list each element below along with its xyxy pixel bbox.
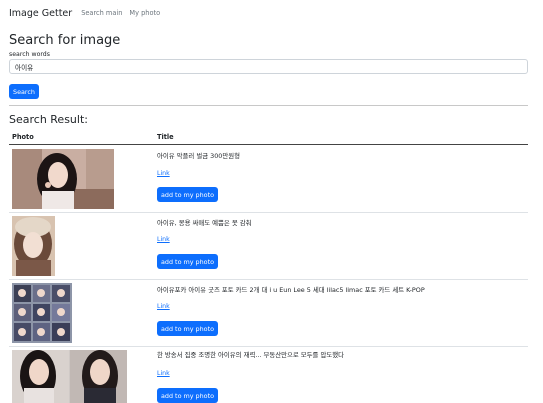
result-photo	[12, 149, 114, 209]
result-photo	[12, 216, 55, 276]
row-divider	[9, 346, 528, 347]
table-header-border	[9, 144, 528, 145]
row-divider	[9, 212, 528, 213]
result-link[interactable]: Link	[157, 170, 170, 177]
result-title: 아이유, 몽용 싸매도 예쁨은 못 감춰	[157, 219, 252, 227]
result-title: 아이유 악플러 벌금 300만원형	[157, 152, 240, 160]
row-divider	[9, 279, 528, 280]
add-to-my-photo-button[interactable]: add to my photo	[157, 388, 218, 403]
add-to-my-photo-button[interactable]: add to my photo	[157, 187, 218, 202]
results-heading: Search Result:	[9, 113, 88, 126]
result-link[interactable]: Link	[157, 303, 170, 310]
search-input[interactable]: 아이유	[9, 59, 528, 74]
search-heading: Search for image	[9, 33, 121, 48]
search-words-label: search words	[9, 51, 50, 58]
section-divider	[9, 105, 528, 106]
result-title: 한 방송서 집중 조명한 아이유의 재력... 부동산만으로 모두를 압도했다	[157, 351, 344, 359]
nav-link-search-main[interactable]: Search main	[81, 9, 122, 17]
brand-logo[interactable]: Image Getter	[9, 8, 72, 19]
add-to-my-photo-button[interactable]: add to my photo	[157, 321, 218, 336]
add-to-my-photo-button[interactable]: add to my photo	[157, 254, 218, 269]
column-header-title: Title	[157, 133, 174, 141]
result-photo	[12, 283, 72, 343]
column-header-photo: Photo	[12, 133, 34, 141]
navbar: Image Getter Search main My photo	[0, 0, 543, 26]
result-link[interactable]: Link	[157, 236, 170, 243]
nav-link-my-photo[interactable]: My photo	[129, 9, 160, 17]
result-title: 아이유포카 아이유 굿즈 포토 카드 2개 대 i u Eun Lee 5 세대…	[157, 286, 425, 294]
search-button[interactable]: Search	[9, 84, 39, 99]
result-photo	[12, 350, 127, 403]
result-link[interactable]: Link	[157, 370, 170, 377]
